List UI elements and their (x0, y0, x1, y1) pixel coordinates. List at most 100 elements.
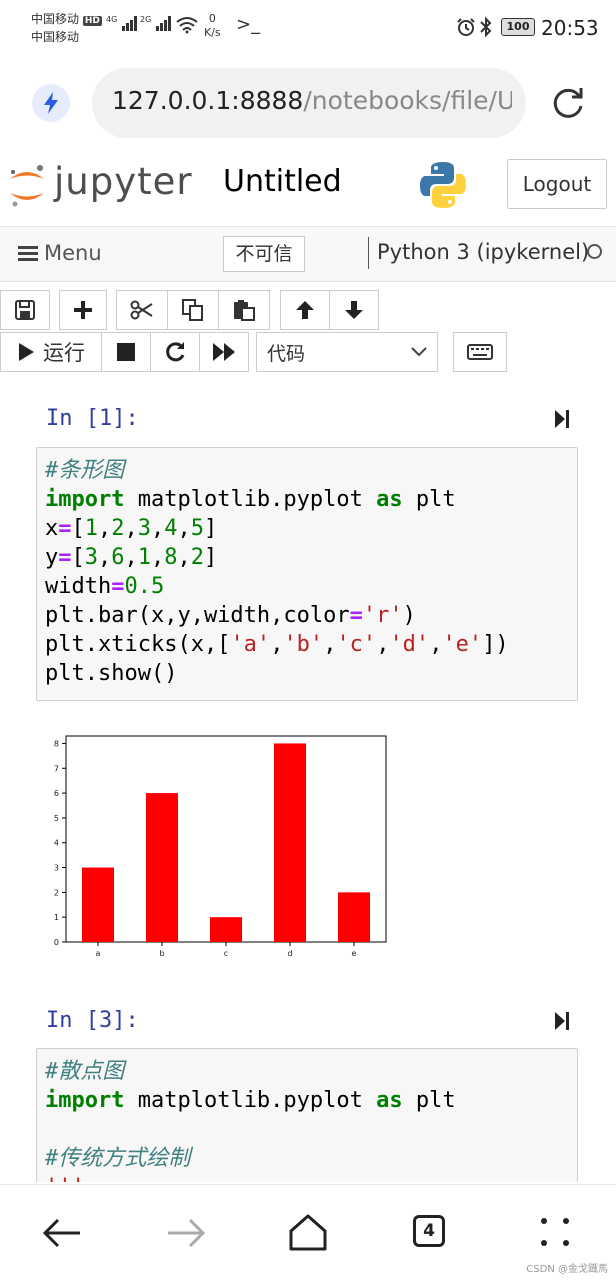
move-up-button[interactable] (280, 290, 330, 330)
y-tick-label: 6 (54, 789, 59, 798)
code-line: #传统方式绘制 (45, 1146, 191, 1171)
hd-badge: HD (82, 16, 102, 26)
save-icon (15, 300, 35, 320)
lightning-button[interactable] (32, 84, 70, 122)
alarm-icon (457, 18, 475, 36)
code-line: import matplotlib.pyplot as plt (45, 1088, 456, 1113)
cell-type-select[interactable]: 代码 (256, 332, 438, 372)
interrupt-button[interactable] (101, 332, 151, 372)
scissors-icon (130, 300, 153, 320)
restart-run-all-button[interactable] (199, 332, 249, 372)
tabs-button[interactable]: 4 (413, 1215, 445, 1247)
notebook-title[interactable]: Untitled (223, 164, 342, 199)
bar-a (82, 867, 114, 942)
bar-chart: 0 1 2 3 4 5 6 7 8 a b c d e (54, 735, 387, 958)
code-line: plt.xticks(x,['a','b','c','d','e']) (45, 632, 509, 657)
keyboard-icon (467, 344, 493, 360)
notebook-area: In [1]: #条形图 import matplotlib.pyplot as … (0, 382, 616, 1182)
code-line: #条形图 (45, 458, 125, 483)
move-down-button[interactable] (329, 290, 379, 330)
run-label: 运行 (43, 341, 85, 365)
y-tick-label: 5 (54, 814, 59, 823)
cell-2-code[interactable]: #散点图 import matplotlib.pyplot as plt #传统方… (36, 1048, 578, 1182)
status-bar: 中国移动 HD 中国移动 4G 2G 0 K/s >_ 100 20:53 (0, 0, 616, 56)
x-tick-label: b (159, 949, 164, 958)
hamburger-icon (18, 246, 38, 261)
net-speed: 0 K/s (204, 12, 221, 39)
code-line: plt.show() (45, 661, 178, 686)
arrow-down-icon (345, 301, 363, 319)
y-tick-label: 0 (54, 938, 59, 947)
bluetooth-icon (480, 16, 492, 38)
bottom-nav: 4 CSDN @金戈鐡馬 (0, 1184, 616, 1281)
copy-button[interactable] (167, 290, 219, 330)
url-text[interactable]: 127.0.0.1:8888/notebooks/file/U (112, 86, 512, 115)
cell-1-code[interactable]: #条形图 import matplotlib.pyplot as plt x=[1,… (36, 447, 578, 701)
menu-bar: Menu 不可信 Python 3 (ipykernel) (0, 226, 616, 282)
play-icon (19, 343, 34, 361)
x-tick-label: e (352, 949, 357, 958)
forward-icon[interactable] (166, 1217, 206, 1249)
signal-icon-2 (155, 16, 171, 31)
fast-forward-icon (213, 343, 235, 361)
y-tick-label: 1 (54, 913, 59, 922)
save-button[interactable] (0, 290, 50, 330)
insert-cell-button[interactable] (59, 290, 107, 330)
run-cell-2-icon[interactable] (554, 1010, 570, 1032)
jupyter-logo-text: jupyter (54, 160, 193, 203)
run-button[interactable]: 运行 (0, 332, 102, 372)
x-tick-label: a (96, 949, 101, 958)
y-tick-label: 8 (54, 739, 59, 748)
code-line: width=0.5 (45, 574, 165, 599)
code-line: y=[3,6,1,8,2] (45, 545, 218, 570)
cell-2-prompt: In [3]: (46, 1008, 139, 1033)
y-tick-label: 2 (54, 888, 59, 897)
plus-icon (74, 301, 92, 319)
more-dots-icon[interactable] (540, 1217, 570, 1247)
jupyter-header: jupyter Untitled Logout (0, 148, 616, 226)
code-line: import matplotlib.pyplot as plt (45, 487, 456, 512)
python-logo-icon (420, 162, 466, 208)
home-icon[interactable] (288, 1213, 328, 1251)
watermark: CSDN @金戈鐡馬 (526, 1264, 608, 1275)
bar-c (210, 917, 242, 942)
carrier-1: 中国移动 HD (31, 12, 102, 26)
trust-indicator[interactable]: 不可信 (223, 236, 305, 272)
lightning-icon (44, 92, 58, 114)
x-tick-label: c (224, 949, 228, 958)
cell-type-value: 代码 (267, 342, 306, 365)
back-icon[interactable] (42, 1217, 82, 1249)
reload-icon[interactable] (549, 84, 587, 122)
x-tick-label: d (287, 949, 292, 958)
toolbar: 运行 代码 (0, 282, 616, 382)
cut-button[interactable] (116, 290, 168, 330)
code-line: #散点图 (45, 1059, 125, 1084)
carrier-2: 中国移动 (31, 30, 80, 44)
restart-icon (166, 342, 185, 362)
signal-icon (121, 16, 137, 31)
paste-icon (234, 300, 255, 321)
clock: 20:53 (541, 16, 599, 40)
paste-button[interactable] (218, 290, 270, 330)
battery-indicator: 100 (501, 18, 535, 36)
run-cell-1-icon[interactable] (554, 408, 570, 430)
wifi-icon (176, 17, 198, 34)
y-tick-label: 7 (54, 764, 59, 773)
logout-button[interactable]: Logout (507, 159, 607, 209)
jupyter-logo-icon[interactable] (6, 162, 48, 210)
menu-button[interactable]: Menu (18, 241, 102, 265)
url-bar[interactable]: 127.0.0.1:8888/notebooks/file/U (92, 68, 526, 138)
chevron-down-icon (411, 347, 427, 357)
bar-e (338, 892, 370, 942)
y-tick-label: 4 (54, 839, 59, 848)
restart-button[interactable] (150, 332, 200, 372)
copy-icon (182, 299, 203, 321)
code-line: x=[1,2,3,4,5] (45, 516, 218, 541)
bar-b (146, 793, 178, 942)
kernel-name[interactable]: Python 3 (ipykernel) (377, 240, 589, 264)
network-2g: 2G (140, 15, 173, 31)
y-tick-label: 3 (54, 864, 59, 873)
stop-icon (117, 343, 135, 361)
command-palette-button[interactable] (453, 332, 507, 372)
